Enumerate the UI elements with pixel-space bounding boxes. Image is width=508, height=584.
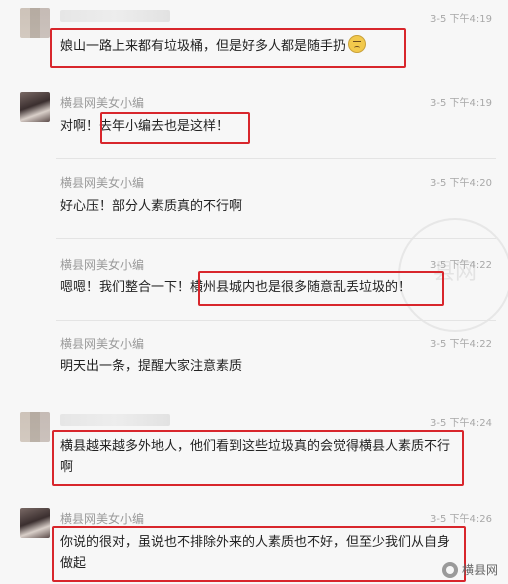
timestamp: 3-5 下午4:20 bbox=[430, 178, 492, 189]
author-name[interactable]: 横县网美女小编 bbox=[60, 510, 144, 527]
author-name[interactable]: 横县网美女小编 bbox=[60, 94, 144, 111]
timestamp: 3-5 下午4:26 bbox=[430, 514, 492, 525]
watermark-seal: 县网 bbox=[398, 218, 508, 332]
avatar[interactable] bbox=[20, 8, 50, 38]
avatar[interactable] bbox=[20, 508, 50, 538]
brand-label: 横县网 bbox=[461, 563, 498, 577]
pensive-face-icon bbox=[348, 35, 367, 53]
author-name-blurred bbox=[60, 10, 170, 22]
reply-text: 对啊！去年小编去也是这样！ bbox=[60, 119, 230, 134]
reply-text: 明天出一条，提醒大家注意素质 bbox=[60, 359, 243, 374]
reply-text: 好心压！部分人素质真的不行啊 bbox=[60, 199, 243, 214]
timestamp: 3-5 下午4:22 bbox=[430, 260, 492, 271]
avatar[interactable] bbox=[20, 92, 50, 122]
avatar[interactable] bbox=[20, 412, 50, 442]
timestamp: 3-5 下午4:19 bbox=[430, 14, 492, 25]
comment-text: 娘山一路上来都有垃圾桶，但是好多人都是随手扔 bbox=[60, 35, 460, 57]
divider bbox=[56, 320, 496, 321]
wechat-account-icon bbox=[441, 561, 458, 578]
author-name-blurred bbox=[60, 414, 170, 426]
divider bbox=[56, 158, 496, 159]
timestamp: 3-5 下午4:22 bbox=[430, 339, 492, 350]
timestamp: 3-5 下午4:19 bbox=[430, 98, 492, 109]
reply-text: 嗯嗯！我们整合一下！横州县城内也是很多随意乱丢垃圾的！ bbox=[60, 280, 412, 295]
brand-mark: 横县网 bbox=[441, 561, 498, 578]
comment-text: 横县越来越多外地人，他们看到这些垃圾真的会觉得横县人素质不行啊 bbox=[60, 439, 451, 475]
reply-text: 你说的很对，虽说也不排除外来的人素质也不好，但至少我们从自身做起 bbox=[60, 535, 451, 571]
author-name[interactable]: 横县网美女小编 bbox=[60, 256, 144, 273]
divider bbox=[56, 238, 496, 239]
timestamp: 3-5 下午4:24 bbox=[430, 418, 492, 429]
author-name[interactable]: 横县网美女小编 bbox=[60, 335, 144, 352]
author-name[interactable]: 横县网美女小编 bbox=[60, 174, 144, 191]
